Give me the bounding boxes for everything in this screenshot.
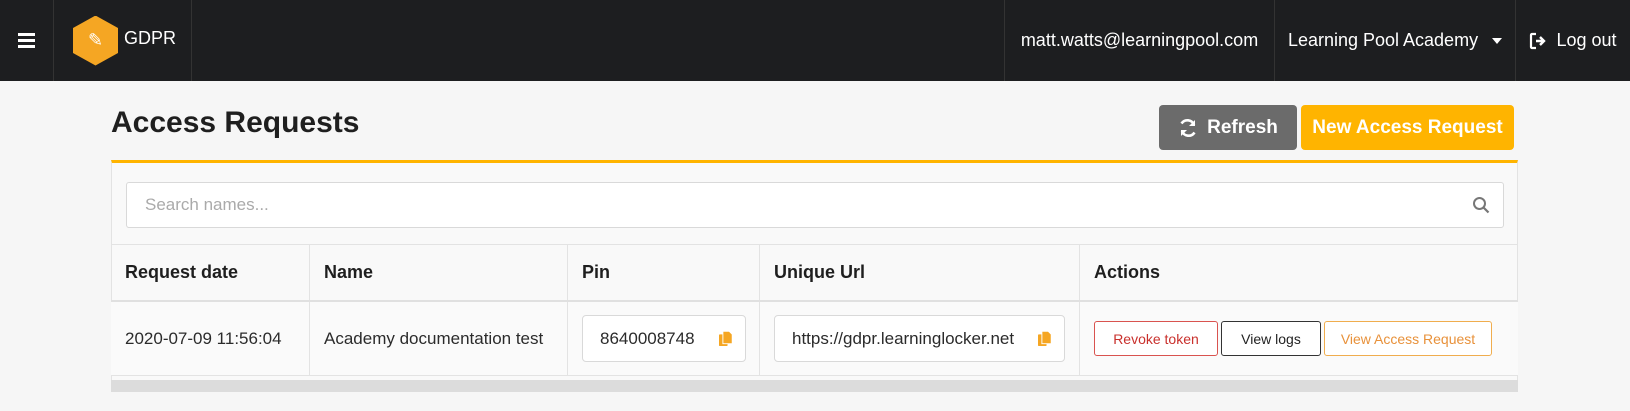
- app-name: GDPR: [124, 28, 177, 48]
- refresh-button[interactable]: Refresh: [1159, 105, 1297, 150]
- sign-out-icon: [1530, 32, 1547, 49]
- search-box: [126, 182, 1504, 228]
- column-header-actions: Actions: [1094, 262, 1161, 282]
- pin-value: 8640008748: [600, 328, 695, 348]
- name-cell: Academy documentation test: [310, 302, 568, 375]
- sync-icon: [1180, 118, 1196, 137]
- column-header-unique-url[interactable]: Unique Url: [760, 245, 1080, 300]
- new-access-request-button[interactable]: New Access Request: [1301, 105, 1514, 150]
- search-icon[interactable]: [1472, 196, 1490, 214]
- brand[interactable]: ✎ GDPR: [54, 0, 192, 81]
- pin-cell: 8640008748: [568, 302, 760, 375]
- copy-icon[interactable]: [1034, 329, 1052, 349]
- search-input[interactable]: [127, 183, 1503, 227]
- horizontal-scrollbar[interactable]: [111, 380, 1518, 392]
- column-header-pin[interactable]: Pin: [568, 245, 760, 300]
- unique-url-field[interactable]: https://gdpr.learninglocker.net: [774, 315, 1065, 362]
- gdpr-logo-icon: ✎: [73, 15, 118, 66]
- user-email[interactable]: matt.watts@learningpool.com: [1004, 0, 1274, 81]
- copy-icon[interactable]: [715, 329, 733, 349]
- table-row: 2020-07-09 11:56:04 Academy documentatio…: [111, 302, 1518, 376]
- user-email-text: matt.watts@learningpool.com: [1020, 30, 1259, 50]
- request-date-cell: 2020-07-09 11:56:04: [111, 302, 310, 375]
- revoke-token-button[interactable]: Revoke token: [1094, 321, 1218, 356]
- view-logs-button[interactable]: View logs: [1221, 321, 1321, 356]
- access-requests-panel: Request date Name Pin Unique Url Actions…: [111, 160, 1518, 392]
- view-access-request-button[interactable]: View Access Request: [1324, 321, 1492, 356]
- organisation-name: Learning Pool Academy: [1287, 30, 1479, 50]
- request-date: 2020-07-09 11:56:04: [125, 328, 282, 348]
- request-name: Academy documentation test: [324, 328, 544, 348]
- logout-label: Log out: [1556, 30, 1617, 50]
- table-header: Request date Name Pin Unique Url Actions: [111, 244, 1518, 302]
- page-title: Access Requests: [111, 106, 360, 139]
- hamburger-icon: [18, 30, 35, 51]
- column-header-name[interactable]: Name: [310, 245, 568, 300]
- pin-field[interactable]: 8640008748: [582, 315, 746, 362]
- logout-button[interactable]: Log out: [1515, 0, 1630, 81]
- organisation-dropdown[interactable]: Learning Pool Academy: [1274, 0, 1515, 81]
- unique-url-cell: https://gdpr.learninglocker.net: [760, 302, 1080, 375]
- top-navbar: ✎ GDPR matt.watts@learningpool.com Learn…: [0, 0, 1630, 81]
- unique-url-value: https://gdpr.learninglocker.net: [792, 328, 1015, 348]
- caret-down-icon: [1492, 37, 1503, 44]
- new-access-request-label: New Access Request: [1312, 116, 1503, 138]
- column-header-request-date[interactable]: Request date: [111, 245, 310, 300]
- menu-button[interactable]: [0, 0, 54, 81]
- actions-cell: Revoke token View logs View Access Reque…: [1080, 302, 1518, 375]
- refresh-label: Refresh: [1207, 116, 1278, 138]
